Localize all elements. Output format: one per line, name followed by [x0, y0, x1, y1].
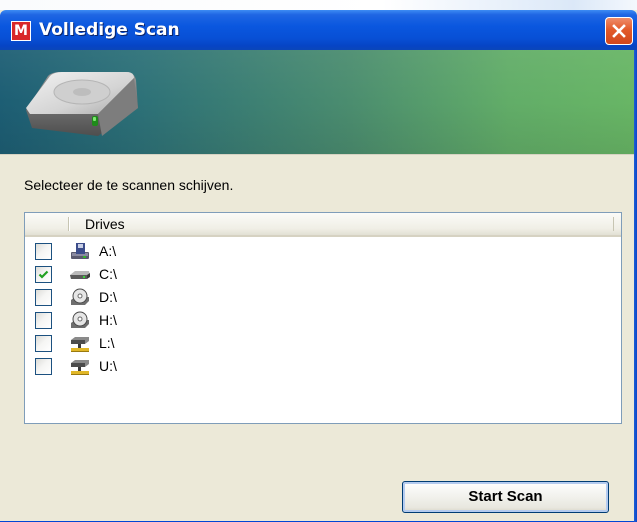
hard-disk-illustration-icon — [26, 72, 138, 136]
drive-label: C:\ — [99, 266, 117, 282]
instruction-text: Selecteer de te scannen schijven. — [24, 177, 234, 193]
dialog-body: Selecteer de te scannen schijven. Drives — [0, 154, 637, 522]
list-item-drive-l[interactable]: L:\ — [25, 332, 621, 355]
header-banner — [0, 50, 637, 154]
network-drive-icon — [71, 337, 89, 352]
drive-checkbox[interactable] — [35, 289, 52, 306]
close-icon — [612, 24, 626, 38]
column-header-drives[interactable]: Drives — [85, 216, 125, 232]
list-item-drive-u[interactable]: U:\ — [25, 355, 621, 378]
title-bar[interactable]: M Volledige Scan — [0, 10, 637, 50]
drive-label: L:\ — [99, 335, 115, 351]
drive-label: U:\ — [99, 358, 117, 374]
cd-drive-icon — [71, 288, 89, 305]
drive-checkbox[interactable] — [35, 358, 52, 375]
cd-drive-icon — [71, 311, 89, 328]
app-logo-icon: M — [11, 21, 31, 41]
list-item-drive-h[interactable]: H:\ — [25, 309, 621, 332]
desktop-background — [0, 0, 637, 10]
scan-dialog: M Volledige Scan Selecteer de te scannen… — [0, 10, 637, 522]
drive-label: D:\ — [99, 289, 117, 305]
start-scan-button[interactable]: Start Scan — [402, 481, 609, 513]
drive-label: H:\ — [99, 312, 117, 328]
list-item-drive-c[interactable]: C:\ — [25, 263, 621, 286]
floppy-drive-icon — [71, 243, 89, 259]
column-separator[interactable] — [613, 217, 614, 231]
hard-drive-icon — [70, 271, 90, 279]
list-item-drive-d[interactable]: D:\ — [25, 286, 621, 309]
drive-checkbox[interactable] — [35, 243, 52, 260]
network-drive-icon — [71, 360, 89, 375]
list-header[interactable]: Drives — [25, 213, 621, 237]
drive-checkbox[interactable] — [35, 335, 52, 352]
drive-checkbox[interactable] — [35, 266, 52, 283]
checkmark-icon — [38, 270, 49, 279]
drives-list[interactable]: Drives A:\ C:\ D:\ H:\ L:\ U:\ — [24, 212, 622, 424]
drive-checkbox[interactable] — [35, 312, 52, 329]
list-item-drive-a[interactable]: A:\ — [25, 240, 621, 263]
drive-label: A:\ — [99, 243, 117, 259]
screen: M Volledige Scan Selecteer de te scannen… — [0, 0, 637, 522]
window-title: Volledige Scan — [39, 20, 180, 40]
close-button[interactable] — [605, 17, 633, 45]
